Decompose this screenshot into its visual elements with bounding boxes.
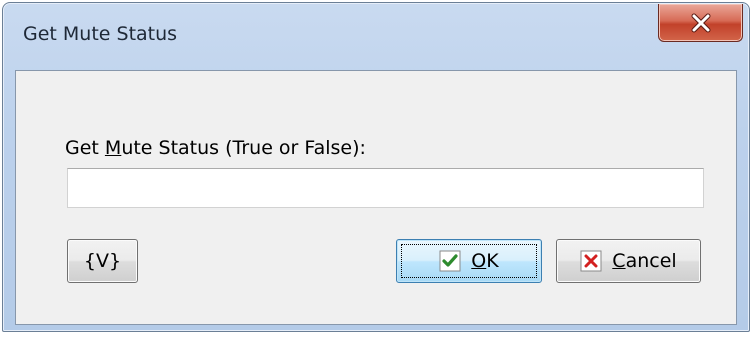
- mute-status-input[interactable]: [67, 168, 704, 208]
- variables-button-label: {V}: [83, 250, 122, 272]
- focus-rectangle: [401, 244, 537, 278]
- checkmark-icon: [439, 250, 461, 272]
- close-button[interactable]: [658, 4, 743, 42]
- dialog-window: Get Mute Status Get Mute Status (True or…: [2, 2, 750, 332]
- label-text-end: ute Status (True or False):: [121, 137, 366, 159]
- ok-button-label: OK: [471, 250, 499, 272]
- window-title: Get Mute Status: [23, 23, 178, 45]
- cancel-button[interactable]: Cancel: [556, 239, 701, 283]
- label-text-start: Get: [65, 137, 105, 159]
- ok-button[interactable]: OK: [396, 239, 542, 283]
- mute-status-label: Get Mute Status (True or False):: [65, 137, 366, 159]
- label-mnemonic: M: [104, 137, 122, 159]
- dialog-body: Get Mute Status (True or False): {V} OK …: [15, 70, 737, 325]
- variables-button[interactable]: {V}: [67, 239, 138, 283]
- close-icon: [691, 13, 710, 32]
- cancel-button-label: Cancel: [612, 250, 677, 272]
- x-icon: [580, 250, 602, 272]
